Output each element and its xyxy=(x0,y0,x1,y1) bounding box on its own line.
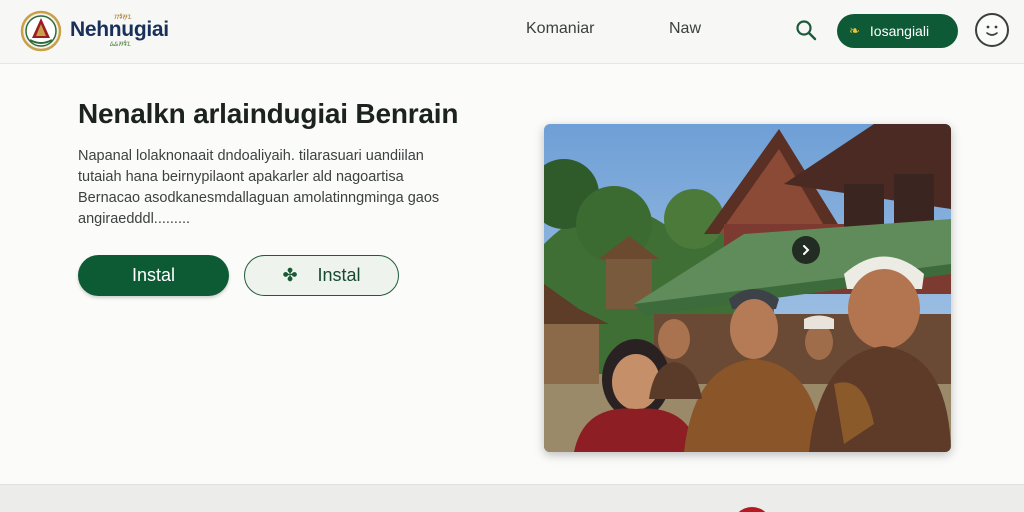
bottom-section-edge xyxy=(0,484,1024,512)
clover-icon: ✤ xyxy=(282,265,298,285)
hero-description-line: Bernacao asodkanesmdallaguan amolatinngm… xyxy=(78,190,440,206)
nav-link-naw[interactable]: Naw xyxy=(669,20,701,38)
hero-description: Napanal lolaknonaait dndoaliyaih. tilara… xyxy=(78,146,498,230)
smiley-face-icon[interactable] xyxy=(975,13,1009,47)
hero-description-line: angiraedddl......... xyxy=(78,211,191,227)
hero-description-line: tutaiah hana beirnypilaont apakarler ald… xyxy=(78,169,404,185)
hero-photo xyxy=(544,124,951,452)
install-primary-button[interactable]: Instal xyxy=(78,255,229,296)
search-icon[interactable] xyxy=(794,18,818,42)
logo-emblem-icon[interactable] xyxy=(20,10,62,52)
nav-link-komaniar[interactable]: Komaniar xyxy=(526,20,594,38)
leaf-icon: ❧ xyxy=(849,23,860,38)
header-cta-label: Iosangiali xyxy=(869,23,930,39)
decorative-red-shape xyxy=(732,507,772,512)
install-secondary-label: Instal xyxy=(317,265,361,285)
brand-subline: ᮓᮓᮞᮛᮤᮔ xyxy=(110,42,131,48)
carousel-next-arrow-icon[interactable] xyxy=(792,236,820,264)
top-header: ᮊᮛᮤᮞᮥᮔ Nehnugiai ᮓᮓᮞᮛᮤᮔ Komaniar Naw ❧ I… xyxy=(0,0,1024,64)
hero-description-line: Napanal lolaknonaait dndoaliyaih. tilara… xyxy=(78,148,424,164)
brand-name: Nehnugiai xyxy=(70,18,169,41)
install-secondary-button[interactable]: ✤ Instal xyxy=(244,255,399,296)
hero-title: Nenalkn arlaindugiai Benrain xyxy=(78,98,459,129)
header-cta-button[interactable]: ❧ Iosangiali xyxy=(837,14,958,48)
